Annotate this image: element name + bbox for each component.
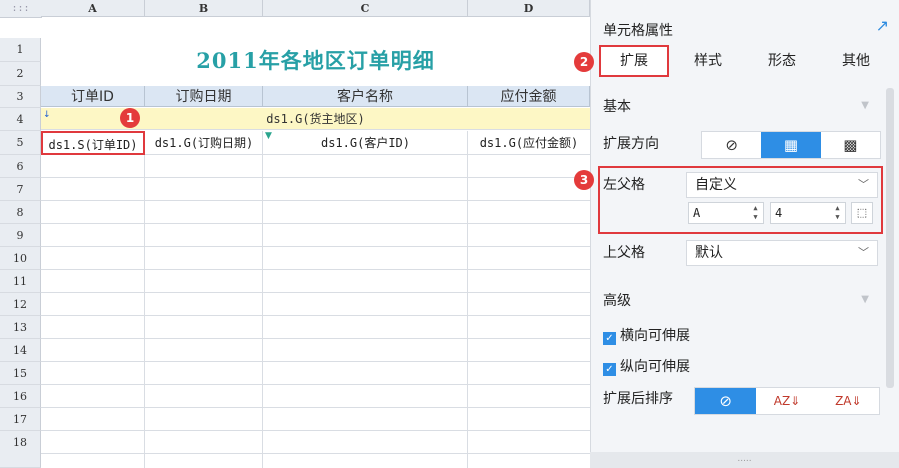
gridline xyxy=(41,430,590,431)
header-cell-customer-name[interactable]: 客户名称 xyxy=(263,86,468,107)
gridline xyxy=(41,453,590,454)
gridline xyxy=(41,384,590,385)
horizontal-expandable-checkbox[interactable]: ✓ 横向可伸展 xyxy=(603,325,690,345)
gridline xyxy=(41,338,590,339)
spreadsheet[interactable]: ::: A B C D 1 2 3 4 5 6 7 8 9 10 11 12 1… xyxy=(0,0,590,468)
expand-down-arrow-icon: ↓ xyxy=(43,110,51,120)
row-header-2[interactable]: 2 xyxy=(0,62,41,86)
header-cell-order-id[interactable]: 订单ID xyxy=(41,86,145,107)
header-cell-order-date[interactable]: 订购日期 xyxy=(145,86,263,107)
cell-c5-customer-id[interactable]: ds1.G(客户ID) xyxy=(263,131,468,155)
collapse-arrow-icon[interactable]: ▼ xyxy=(861,294,869,305)
tab-style[interactable]: 样式 xyxy=(673,45,743,77)
top-parent-label: 上父格 xyxy=(603,245,645,261)
row-header-1[interactable]: 1 xyxy=(0,38,41,62)
expand-direction-toggle: ⊘ ▦ ▩ xyxy=(701,131,881,159)
top-parent-select[interactable]: 默认 ﹀ xyxy=(686,240,878,266)
horizontal-expand-icon[interactable]: ▩ xyxy=(821,132,880,158)
vertical-expandable-label: 纵向可伸展 xyxy=(620,359,690,375)
cell-properties-panel: 单元格属性 ↗ 扩展 样式 形态 其他 基本 ▼ 扩展方向 ⊘ ▦ ▩ 左父格 … xyxy=(590,0,899,468)
row-header-16[interactable]: 16 xyxy=(0,385,41,408)
vertical-expand-icon[interactable]: ▦ xyxy=(761,132,821,158)
row-header-4[interactable]: 4 xyxy=(0,108,41,131)
step-badge-1: 1 xyxy=(120,108,140,128)
sort-ascending-icon[interactable]: AZ⇓ xyxy=(756,388,817,414)
report-title-cell[interactable]: 2011年各地区订单明细 xyxy=(41,35,590,85)
step-badge-2: 2 xyxy=(574,52,594,72)
step-badge-3: 3 xyxy=(574,170,594,190)
gridline xyxy=(262,131,263,468)
gridline xyxy=(41,177,590,178)
row-header-5[interactable]: 5 xyxy=(0,131,41,155)
gridline xyxy=(41,200,590,201)
cell-b5-order-date[interactable]: ds1.G(订购日期) xyxy=(145,131,263,155)
section-advanced-label: 高级 xyxy=(603,293,631,309)
row-header-10[interactable]: 10 xyxy=(0,247,41,270)
panel-scrollbar[interactable] xyxy=(886,88,894,388)
gridline xyxy=(41,292,590,293)
section-basic-label: 基本 xyxy=(603,99,631,115)
header-cell-amount[interactable]: 应付金额 xyxy=(468,86,590,107)
row-header-7[interactable]: 7 xyxy=(0,178,41,201)
horizontal-expandable-label: 横向可伸展 xyxy=(620,328,690,344)
row-header-6[interactable]: 6 xyxy=(0,155,41,178)
row-header-8[interactable]: 8 xyxy=(0,201,41,224)
gridline xyxy=(41,407,590,408)
column-header-b[interactable]: B xyxy=(145,0,263,17)
left-parent-highlight xyxy=(598,166,883,234)
checkbox-checked-icon[interactable]: ✓ xyxy=(603,332,616,345)
column-header-c[interactable]: C xyxy=(263,0,468,17)
checkbox-checked-icon[interactable]: ✓ xyxy=(603,363,616,376)
row-header-18[interactable]: 18 xyxy=(0,431,41,468)
tab-other[interactable]: 其他 xyxy=(821,45,891,77)
chevron-down-icon: ﹀ xyxy=(858,246,869,259)
tab-form[interactable]: 形态 xyxy=(747,45,817,77)
top-parent-value: 默认 xyxy=(695,245,723,261)
collapse-arrow-icon[interactable]: ▼ xyxy=(861,100,869,111)
no-sort-icon[interactable]: ⊘ xyxy=(695,388,757,414)
column-header-d[interactable]: D xyxy=(468,0,590,17)
parent-marker-icon: ▼ xyxy=(265,131,272,141)
gridline xyxy=(41,315,590,316)
row-header-9[interactable]: 9 xyxy=(0,224,41,247)
gridline xyxy=(144,131,145,468)
gridline xyxy=(41,269,590,270)
panel-resize-grip[interactable]: ..... xyxy=(590,452,899,468)
row-header-11[interactable]: 11 xyxy=(0,270,41,293)
row-header-13[interactable]: 13 xyxy=(0,316,41,339)
panel-tabs: 扩展 样式 形态 其他 xyxy=(591,45,899,77)
expand-direction-label: 扩展方向 xyxy=(603,136,659,152)
no-expand-icon[interactable]: ⊘ xyxy=(702,132,761,158)
column-header-a[interactable]: A xyxy=(41,0,145,17)
row-header-17[interactable]: 17 xyxy=(0,408,41,431)
pin-icon[interactable]: ↗ xyxy=(876,16,889,35)
sort-descending-icon[interactable]: ZA⇓ xyxy=(818,388,879,414)
row-header-15[interactable]: 15 xyxy=(0,362,41,385)
sort-toggle: ⊘ AZ⇓ ZA⇓ xyxy=(694,387,880,415)
row-header-3[interactable]: 3 xyxy=(0,86,41,108)
gridline xyxy=(41,361,590,362)
gridline xyxy=(467,131,468,468)
row-header-14[interactable]: 14 xyxy=(0,339,41,362)
tab-expand[interactable]: 扩展 xyxy=(599,45,669,77)
gridline xyxy=(41,223,590,224)
cell-d5-amount[interactable]: ds1.G(应付金额) xyxy=(468,131,590,155)
panel-title: 单元格属性 xyxy=(603,23,673,39)
sort-label: 扩展后排序 xyxy=(603,391,673,407)
select-all-corner[interactable]: ::: xyxy=(0,0,42,18)
gridline xyxy=(41,246,590,247)
vertical-expandable-checkbox[interactable]: ✓ 纵向可伸展 xyxy=(603,356,690,376)
row-header-12[interactable]: 12 xyxy=(0,293,41,316)
cell-a5-order-id[interactable]: ds1.S(订单ID) xyxy=(41,131,145,155)
